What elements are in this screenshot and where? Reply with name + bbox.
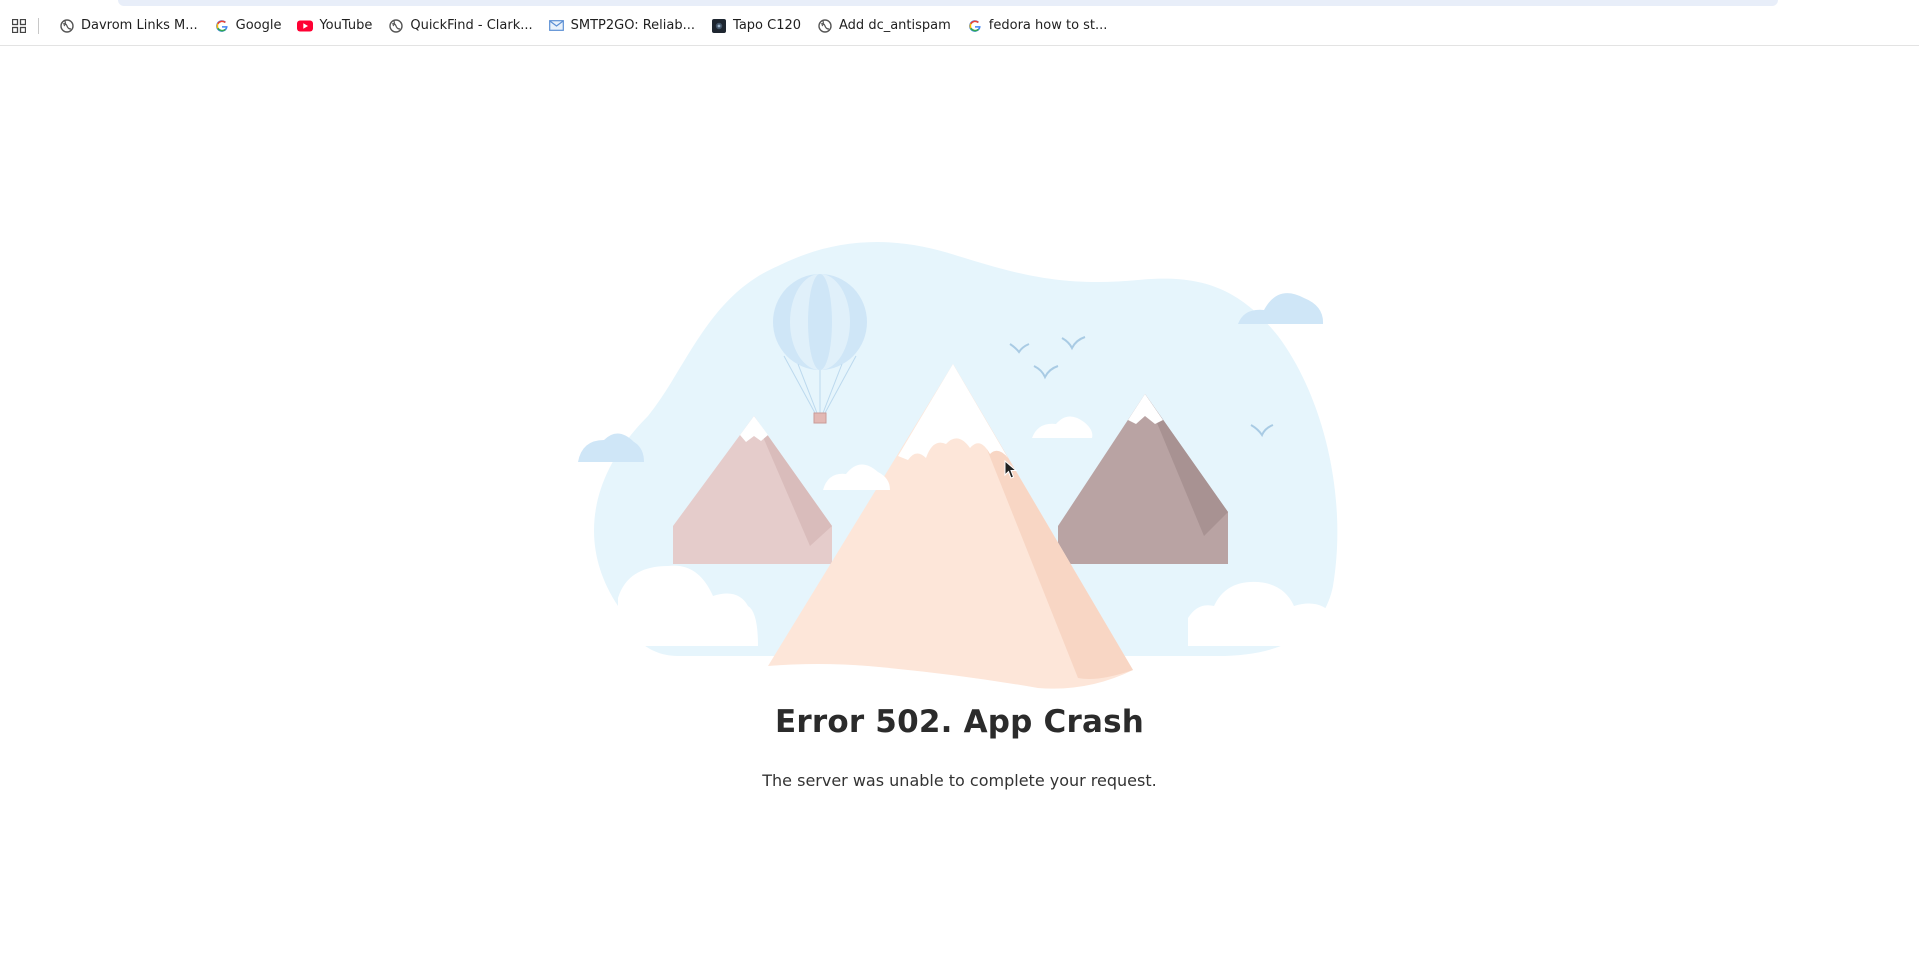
mouse-cursor-icon [1004, 460, 1018, 479]
bookmark-smtp2go[interactable]: SMTP2GO: Reliab... [543, 12, 703, 40]
bookmark-label: SMTP2GO: Reliab... [570, 18, 696, 33]
youtube-icon [297, 18, 314, 34]
bookmark-label: Tapo C120 [733, 18, 802, 33]
error-illustration [578, 242, 1338, 689]
bookmark-label: fedora how to st... [988, 18, 1108, 33]
bookmark-tapo[interactable]: Tapo C120 [705, 12, 809, 40]
globe-icon [388, 18, 404, 34]
google-icon [214, 18, 230, 34]
bookmark-label: Davrom Links M... [81, 18, 198, 33]
error-message: The server was unable to complete your r… [762, 771, 1157, 790]
bookmark-davrom-links[interactable]: Davrom Links M... [53, 12, 206, 40]
globe-icon [59, 18, 75, 34]
bookmark-youtube[interactable]: YouTube [291, 12, 380, 40]
bookmark-quickfind[interactable]: QuickFind - Clark... [382, 12, 540, 40]
mail-icon [549, 18, 565, 34]
bookmark-label: Add dc_antispam [839, 18, 951, 33]
bookmark-fedora[interactable]: fedora how to st... [961, 12, 1116, 40]
google-icon [967, 18, 983, 34]
apps-grid-icon[interactable] [10, 17, 28, 35]
bookmarks-separator [38, 17, 39, 34]
globe-icon [817, 18, 833, 34]
bookmarks-bar: Davrom Links M... Google YouTube QuickFi… [0, 6, 1919, 46]
bookmark-dc-antispam[interactable]: Add dc_antispam [811, 12, 959, 40]
bookmark-google[interactable]: Google [208, 12, 290, 40]
error-title: Error 502. App Crash [774, 704, 1145, 740]
bookmark-label: QuickFind - Clark... [410, 18, 533, 33]
camera-icon [711, 18, 727, 34]
bookmark-label: YouTube [319, 18, 373, 33]
bookmark-label: Google [235, 18, 282, 33]
